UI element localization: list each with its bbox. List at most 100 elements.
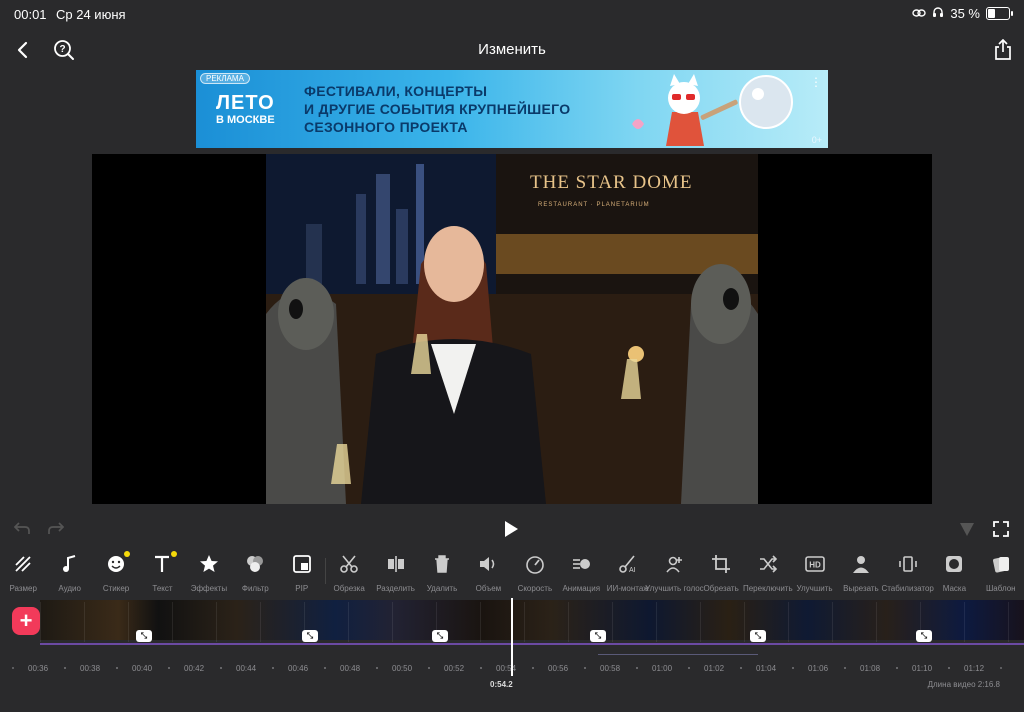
status-date: Ср 24 июня xyxy=(56,7,126,22)
ruler-dot xyxy=(168,667,170,669)
video-duration: Длина видео 2:16.8 xyxy=(927,680,1000,689)
clip-frame-divider xyxy=(172,602,173,642)
share-button[interactable] xyxy=(992,37,1014,63)
keyframe-button[interactable] xyxy=(956,518,978,540)
undo-button[interactable] xyxy=(12,518,32,538)
toolbar-item[interactable]: PIP xyxy=(279,548,325,596)
toolbar-item[interactable]: Аудио xyxy=(46,548,92,596)
ruler-dot xyxy=(636,667,638,669)
toolbar-item[interactable]: Анимация xyxy=(558,548,604,596)
clip-frame-divider xyxy=(744,602,745,642)
speedometer-icon xyxy=(525,552,545,576)
video-clip-strip[interactable]: ⤡ ⤡ ⤡ ⤡ ⤡ ⤡ xyxy=(40,600,1024,642)
transition-marker[interactable]: ⤡ xyxy=(750,630,766,642)
toolbar-item[interactable]: Стикер xyxy=(93,548,139,596)
transition-marker[interactable]: ⤡ xyxy=(590,630,606,642)
ad-mascot-illustration xyxy=(632,74,793,146)
audio-track-line xyxy=(40,643,1024,645)
add-clip-button[interactable]: + xyxy=(12,607,40,635)
playhead[interactable] xyxy=(511,598,513,676)
ruler-dot xyxy=(532,667,534,669)
toolbar-item-label: Скорость xyxy=(517,584,553,593)
toolbar-item[interactable]: Маска xyxy=(931,548,977,596)
toolbar-item[interactable]: Вырезать xyxy=(838,548,884,596)
ruler-dot xyxy=(740,667,742,669)
ai-cut-icon: AI xyxy=(618,552,638,576)
toolbar-item[interactable]: Размер xyxy=(0,548,46,596)
ad-logo-title: ЛЕТО xyxy=(216,92,275,114)
crop-icon xyxy=(711,552,731,576)
top-nav: ? Изменить xyxy=(0,34,1024,66)
shuffle-icon xyxy=(758,552,778,576)
toolbar-item[interactable]: Шаблон xyxy=(978,548,1024,596)
toolbar-item[interactable]: Обрезка xyxy=(326,548,372,596)
status-time: 00:01 xyxy=(14,7,47,22)
toolbar-item-label: Маска xyxy=(942,584,967,593)
ruler-dot xyxy=(220,667,222,669)
ruler-tick-label: 00:40 xyxy=(132,664,153,673)
ruler-tick-label: 01:04 xyxy=(756,664,777,673)
transition-marker[interactable]: ⤡ xyxy=(136,630,152,642)
filter-icon xyxy=(245,552,265,576)
toolbar-item[interactable]: Эффекты xyxy=(186,548,232,596)
toolbar-item[interactable]: Объем xyxy=(465,548,511,596)
ad-logo-subtitle: В МОСКВЕ xyxy=(216,114,275,126)
keyframe-icon xyxy=(960,523,974,536)
toolbar-item[interactable]: Фильтр xyxy=(232,548,278,596)
transition-marker[interactable]: ⤡ xyxy=(302,630,318,642)
svg-text:AI: AI xyxy=(629,567,636,574)
fullscreen-button[interactable] xyxy=(990,518,1012,540)
transition-marker[interactable]: ⤡ xyxy=(916,630,932,642)
toolbar-item[interactable]: Улучшить голос xyxy=(645,548,704,596)
video-preview[interactable]: THE STAR DOME RESTAURANT · PLANETARIUM xyxy=(92,154,932,504)
clip-frame-divider xyxy=(40,602,41,642)
star-icon xyxy=(199,552,219,576)
toolbar-item-label: Разделить xyxy=(376,584,415,593)
ruler-tick-label: 00:50 xyxy=(392,664,413,673)
toolbar-item[interactable]: AI ИИ-монтаж xyxy=(604,548,650,596)
transition-marker[interactable]: ⤡ xyxy=(432,630,448,642)
toolbar-item[interactable]: Текст xyxy=(139,548,185,596)
toolbar-item-label: Текст xyxy=(152,584,173,593)
clip-frame-divider xyxy=(84,602,85,642)
share-icon xyxy=(995,39,1011,60)
toolbar-item[interactable]: Скорость xyxy=(512,548,558,596)
play-button[interactable] xyxy=(500,518,522,540)
clip-frame-divider xyxy=(832,602,833,642)
clip-frame-divider xyxy=(1008,602,1009,642)
toolbar-item[interactable]: Переключить xyxy=(743,548,793,596)
ruler-tick-label: 01:08 xyxy=(860,664,881,673)
text-icon xyxy=(152,552,172,576)
toolbar-item[interactable]: Разделить xyxy=(372,548,418,596)
toolbar-item[interactable]: Стабилизатор xyxy=(881,548,934,596)
ruler-dot xyxy=(64,667,66,669)
toolbar-item[interactable]: Удалить xyxy=(419,548,465,596)
toolbar-item-label: Анимация xyxy=(562,584,601,593)
ruler-tick-label: 01:12 xyxy=(964,664,985,673)
clip-frame-divider xyxy=(876,602,877,642)
ruler-tick-label: 00:42 xyxy=(184,664,205,673)
plus-icon: + xyxy=(19,608,33,633)
pip-icon xyxy=(292,552,312,576)
redo-button[interactable] xyxy=(46,518,66,538)
ruler-dot xyxy=(792,667,794,669)
headphones-icon xyxy=(932,6,944,21)
ad-more-icon[interactable]: ⋮ xyxy=(810,75,822,89)
ruler-tick-label: 00:38 xyxy=(80,664,101,673)
toolbar-item-label: Обрезать xyxy=(703,584,739,593)
ruler-dot xyxy=(688,667,690,669)
ruler-dot xyxy=(584,667,586,669)
music-note-icon xyxy=(60,552,80,576)
ruler-tick-label: 01:10 xyxy=(912,664,933,673)
toolbar-item-label: Объем xyxy=(475,584,502,593)
toolbar-item[interactable]: HD Улучшить xyxy=(791,548,837,596)
ad-text-line: СЕЗОННОГО ПРОЕКТА xyxy=(304,119,468,135)
ruler-tick-label: 00:36 xyxy=(28,664,49,673)
ruler-tick-label: 00:54 xyxy=(496,664,517,673)
clip-frame-divider xyxy=(788,602,789,642)
battery-icon xyxy=(986,7,1013,20)
ad-banner[interactable]: РЕКЛАМА ЛЕТО В МОСКВЕ ФЕСТИВАЛИ, КОНЦЕРТ… xyxy=(196,70,828,148)
toolbar-item[interactable]: Обрезать xyxy=(698,548,744,596)
trash-icon xyxy=(432,552,452,576)
clip-frame-divider xyxy=(260,602,261,642)
